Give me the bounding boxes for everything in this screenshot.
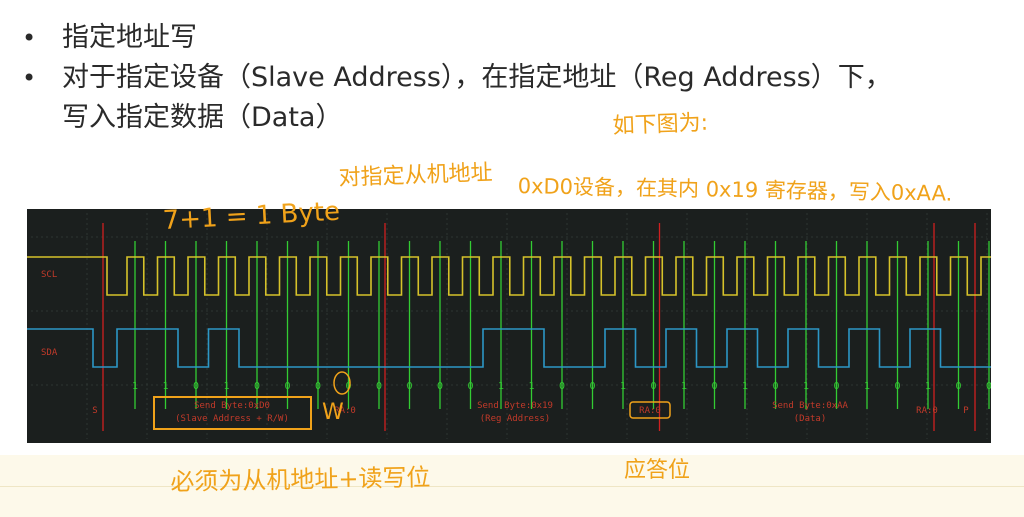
bit-label: 1 [528, 381, 534, 392]
scl-channel-label: SCL [41, 270, 57, 280]
segment-label: Send Byte:0xAA [772, 401, 848, 411]
bullet-dot-icon: • [22, 24, 37, 52]
bit-label: 0 [986, 381, 991, 392]
bit-label: 0 [254, 381, 260, 392]
bullet-continuation: 写入指定数据（Data） [20, 98, 1010, 138]
bit-label: 0 [894, 381, 900, 392]
bit-label: 0 [284, 381, 290, 392]
bit-label: 0 [772, 381, 778, 392]
footer-divider [0, 486, 1024, 487]
segment-label-group: RA:0 [639, 406, 661, 416]
bit-label: 0 [406, 381, 412, 392]
bullet-dot-icon: • [22, 64, 37, 92]
segment-label-group: P [963, 406, 969, 416]
sda-channel-label: SDA [41, 348, 58, 358]
bit-label: 0 [467, 381, 473, 392]
bullet-text: 指定地址写 [62, 22, 197, 53]
bit-label: 0 [711, 381, 717, 392]
bit-label: 0 [650, 381, 656, 392]
annotation-bottom-note: 必须为从机地址+读写位 [170, 463, 431, 496]
bit-label: 0 [589, 381, 595, 392]
segment-sublabel: (Reg Address) [480, 414, 550, 424]
annotation-as-shown: 如下图为: [612, 110, 709, 139]
bit-label: 1 [925, 381, 931, 392]
bit-label: 0 [955, 381, 961, 392]
bit-label: 1 [742, 381, 748, 392]
segment-sublabel: (Slave Address + R/W) [175, 414, 289, 424]
bit-label: 1 [681, 381, 687, 392]
bit-label: 1 [803, 381, 809, 392]
bit-label: 1 [162, 381, 168, 392]
bit-label: 0 [376, 381, 382, 392]
segment-label: Send Byte:0x19 [477, 401, 553, 411]
bullet-item: • 指定地址写 [20, 18, 1010, 58]
annotation-ack-bit: 应答位 [624, 458, 691, 483]
bullet-text: 对于指定设备（Slave Address），在指定地址（Reg Address）… [62, 62, 892, 93]
annotation-slave-address: 对指定从机地址 [338, 160, 494, 191]
bit-label: 1 [498, 381, 504, 392]
segment-label: Send Byte:0xD0 [194, 401, 270, 411]
bullet-text: 写入指定数据（Data） [62, 102, 343, 133]
bit-label: 0 [193, 381, 199, 392]
segment-sublabel: (Data) [794, 414, 827, 424]
bit-label: 0 [437, 381, 443, 392]
bit-label: 1 [132, 381, 138, 392]
bit-label: 1 [223, 381, 229, 392]
segment-label: RA:0 [639, 406, 661, 416]
bit-label: 0 [315, 381, 321, 392]
bit-label: 1 [620, 381, 626, 392]
oscilloscope-capture: SCL SDA 11010000000011001010101010100 SS… [27, 209, 991, 443]
bit-label: 1 [864, 381, 870, 392]
annotation-write-bit: W [322, 400, 344, 425]
bullet-item: • 对于指定设备（Slave Address），在指定地址（Reg Addres… [20, 58, 1010, 98]
bit-label: 0 [833, 381, 839, 392]
annotation-device-description: 0xD0设备，在其内 0x19 寄存器，写入0xAA. [517, 173, 953, 206]
segment-label: S [92, 406, 97, 416]
bit-label: 0 [559, 381, 565, 392]
segment-label-group: RA:0 [916, 406, 938, 416]
segment-label-group: S [92, 406, 97, 416]
segment-label: P [963, 406, 969, 416]
bullet-list: • 指定地址写 • 对于指定设备（Slave Address），在指定地址（Re… [20, 18, 1010, 138]
segment-label: RA:0 [916, 406, 938, 416]
